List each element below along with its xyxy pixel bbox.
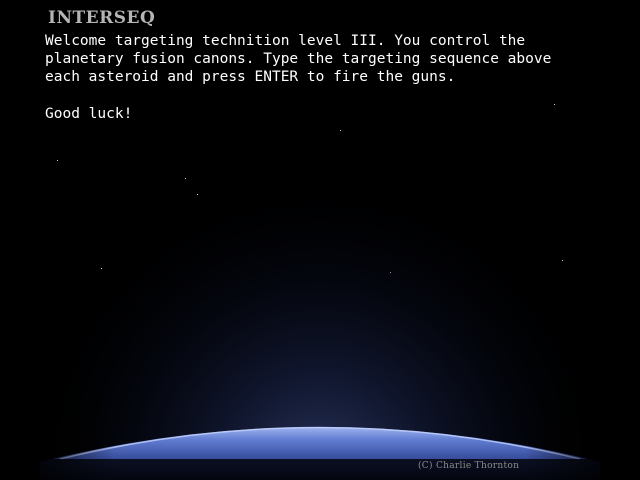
farewell-text: Good luck! xyxy=(45,106,133,122)
title-screen: INTERSEQ Welcome targeting technition le… xyxy=(0,0,640,480)
mission-briefing: Welcome targeting technition level III. … xyxy=(45,32,625,86)
ground-band xyxy=(0,459,640,480)
briefing-line: planetary fusion canons. Type the target… xyxy=(45,51,552,67)
game-title: INTERSEQ xyxy=(48,8,156,28)
briefing-line: each asteroid and press ENTER to fire th… xyxy=(45,69,456,85)
briefing-line: Welcome targeting technition level III. … xyxy=(45,33,526,49)
copyright-notice: (C) Charlie Thornton xyxy=(418,461,520,471)
